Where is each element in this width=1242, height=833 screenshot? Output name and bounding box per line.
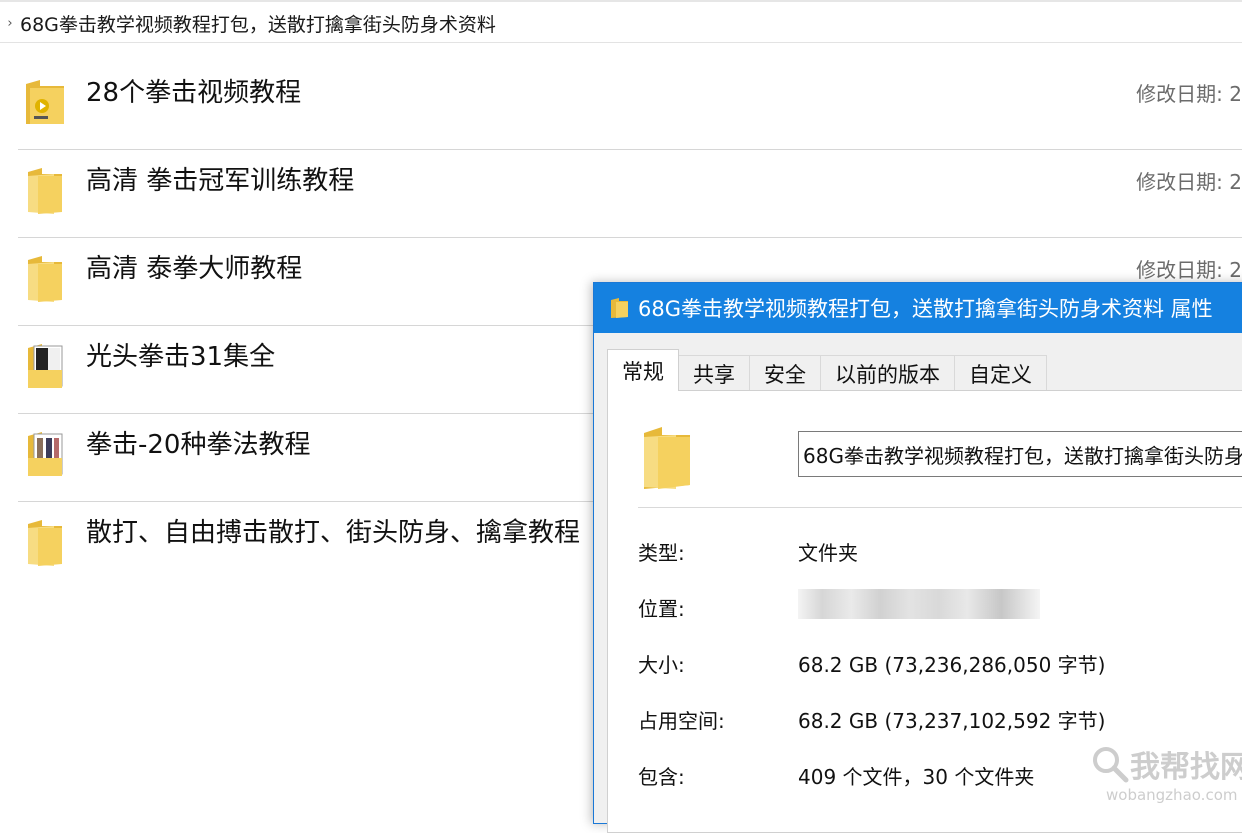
type-value: 文件夹: [798, 541, 858, 565]
folder-icon: [644, 427, 690, 489]
prop-row-location: 位置:: [638, 589, 1242, 623]
location-label: 位置:: [638, 597, 685, 621]
file-name: 28个拳击视频教程: [86, 78, 302, 108]
dialog-title-bar[interactable]: 68G拳击教学视频教程打包，送散打擒拿街头防身术资料 属性: [594, 283, 1242, 333]
file-name: 拳击-20种拳法教程: [86, 430, 311, 460]
file-name: 高清 泰拳大师教程: [86, 254, 303, 284]
tab-strip: 常规 共享 安全 以前的版本 自定义: [607, 349, 1047, 391]
prop-row-type: 类型: 文件夹: [638, 537, 1242, 567]
file-name: 高清 拳击冠军训练教程: [86, 166, 355, 196]
divider: [638, 507, 1242, 508]
tab-customize[interactable]: 自定义: [954, 355, 1047, 391]
watermark-url: wobangzhao.com: [1106, 786, 1238, 804]
location-value-blurred: [798, 589, 1040, 619]
tab-security[interactable]: 安全: [749, 355, 821, 391]
image-folder-icon: [28, 432, 63, 476]
watermark: 我帮找网 wobangzhao.com: [1088, 742, 1242, 808]
size-label: 大小:: [638, 653, 685, 677]
file-date: 修改日期: 2: [1136, 258, 1242, 282]
breadcrumb: › 68G拳击教学视频教程打包，送散打擒拿街头防身术资料: [0, 4, 1242, 43]
size-value: 68.2 GB (73,236,286,050 字节): [798, 653, 1106, 677]
file-name: 光头拳击31集全: [86, 342, 276, 372]
media-folder-icon: [26, 80, 64, 124]
file-row[interactable]: 28个拳击视频教程 修改日期: 2: [18, 62, 1242, 150]
file-date: 修改日期: 2: [1136, 82, 1242, 106]
folder-icon: [28, 168, 62, 214]
contains-label: 包含:: [638, 765, 685, 789]
prop-row-size: 大小: 68.2 GB (73,236,286,050 字节): [638, 649, 1242, 679]
contains-value: 409 个文件，30 个文件夹: [798, 765, 1035, 789]
folder-icon: [611, 298, 628, 318]
tab-previous-versions[interactable]: 以前的版本: [820, 355, 955, 391]
dialog-title: 68G拳击教学视频教程打包，送散打擒拿街头防身术资料 属性: [638, 297, 1213, 321]
folder-icon: [28, 520, 62, 566]
file-row[interactable]: 高清 拳击冠军训练教程 修改日期: 2: [18, 150, 1242, 238]
disk-size-label: 占用空间:: [638, 709, 725, 733]
tab-sharing[interactable]: 共享: [678, 355, 750, 391]
chevron-right-icon[interactable]: ›: [0, 16, 20, 31]
prop-row-disk: 占用空间: 68.2 GB (73,237,102,592 字节): [638, 705, 1242, 735]
search-icon: [1093, 747, 1129, 783]
breadcrumb-path[interactable]: 68G拳击教学视频教程打包，送散打擒拿街头防身术资料: [20, 10, 496, 37]
disk-size-value: 68.2 GB (73,237,102,592 字节): [798, 709, 1106, 733]
image-folder-icon: [28, 344, 63, 388]
watermark-text: 我帮找网: [1130, 750, 1242, 785]
top-border: [0, 0, 1242, 2]
file-date: 修改日期: 2: [1136, 170, 1242, 194]
folder-name-field[interactable]: 68G拳击教学视频教程打包，送散打擒拿街头防身术资料: [798, 431, 1242, 477]
folder-icon: [28, 256, 62, 302]
file-name: 散打、自由搏击散打、街头防身、擒拿教程: [86, 518, 581, 548]
type-label: 类型:: [638, 541, 685, 565]
tab-general[interactable]: 常规: [607, 349, 679, 391]
